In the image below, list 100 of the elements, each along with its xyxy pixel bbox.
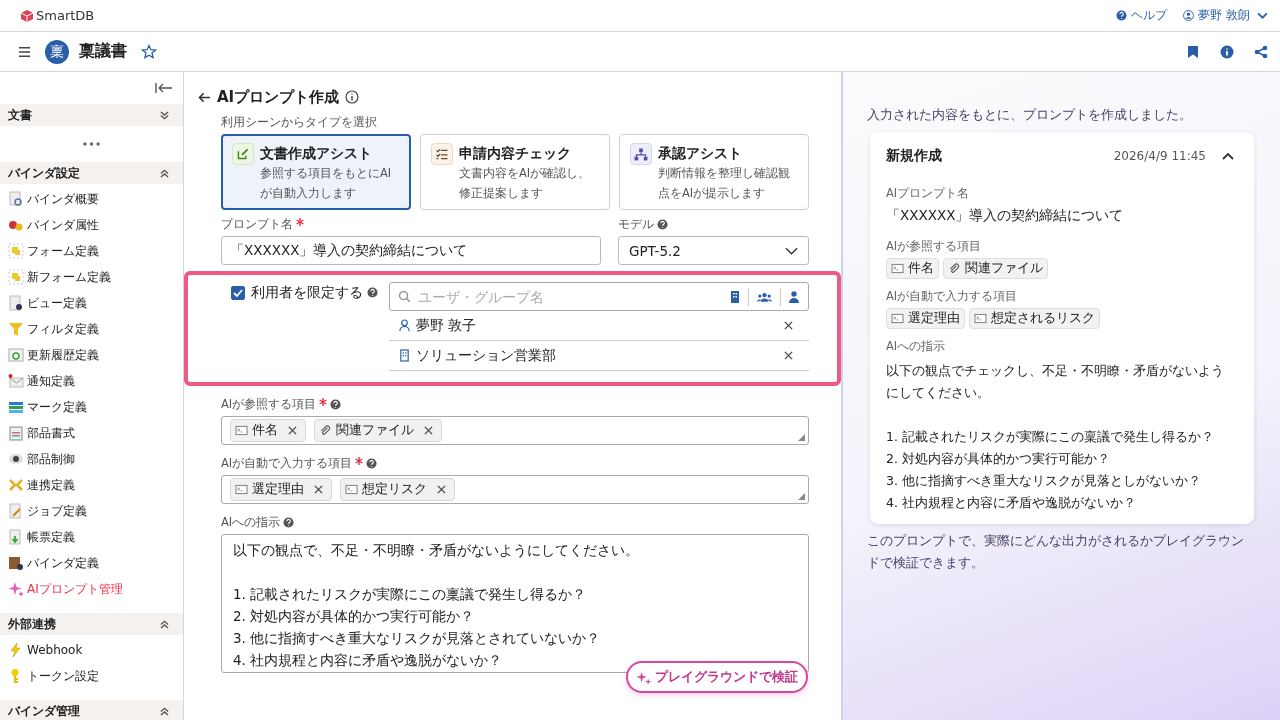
chevron-down-icon xyxy=(785,246,798,255)
logo[interactable]: SmartDB xyxy=(20,8,95,23)
tag-chip[interactable]: 件名 xyxy=(230,419,306,442)
help-link[interactable]: ヘルプ xyxy=(1116,7,1168,24)
sidebar-item[interactable]: フォーム定義 xyxy=(0,238,183,264)
scene-card[interactable]: 承認アシスト 判断情報を整理し確認観点をAIが提示します xyxy=(619,134,809,210)
scene-card[interactable]: 申請内容チェック 文書内容をAIが確認し、修正提案します xyxy=(420,134,610,210)
sidebar-item[interactable]: バインダ属性 xyxy=(0,212,183,238)
info-icon[interactable] xyxy=(345,90,360,104)
section-header[interactable]: バインダ管理 xyxy=(0,700,183,720)
section-header[interactable]: バインダ設定 xyxy=(0,162,183,184)
search-field[interactable]: ユーザ・グループ名 xyxy=(389,282,809,311)
collapse-sidebar-icon[interactable] xyxy=(155,82,173,94)
checklist-icon xyxy=(431,143,453,165)
scene-description: 文書内容をAIが確認し、修正提案します xyxy=(458,165,592,202)
preview-label: AIが参照する項目 xyxy=(886,239,983,254)
document-search-icon xyxy=(8,191,24,207)
field-label: AIが参照する項目 xyxy=(221,396,317,412)
checkbox-label: 利用者を限定する xyxy=(251,284,363,302)
checkbox[interactable] xyxy=(231,286,245,300)
sidebar-item[interactable]: バインダ概要 xyxy=(0,186,183,212)
tag-field[interactable]: 選定理由 想定リスク xyxy=(221,475,809,504)
back-arrow-icon[interactable] xyxy=(198,91,211,103)
model-select[interactable]: GPT-5.2 xyxy=(618,236,809,265)
sidebar-item[interactable]: ジョブ定義 xyxy=(0,498,183,524)
tag-chip[interactable]: 想定リスク xyxy=(340,478,455,501)
help-icon[interactable] xyxy=(366,457,378,469)
window-refresh-icon xyxy=(8,347,24,363)
tag-chip[interactable]: 関連ファイル xyxy=(314,419,442,442)
tag-chip[interactable]: 選定理由 xyxy=(230,478,332,501)
preview-label: AIへの指示 xyxy=(886,339,947,354)
sidebar-item[interactable]: 部品制御 xyxy=(0,446,183,472)
chevron-up-icon[interactable] xyxy=(1222,152,1234,160)
info-icon[interactable] xyxy=(1220,44,1234,59)
user-outline-icon xyxy=(399,319,410,332)
chevron-down-icon xyxy=(1257,12,1268,19)
lightning-icon xyxy=(8,642,24,658)
users-icon[interactable] xyxy=(757,291,772,302)
textarea-field-icon xyxy=(235,484,248,495)
document-download-icon xyxy=(8,529,24,545)
sidebar-item[interactable]: 新フォーム定義 xyxy=(0,264,183,290)
sidebar-item[interactable]: マーク定義 xyxy=(0,394,183,420)
sidebar-item[interactable]: 更新履歴定義 xyxy=(0,342,183,368)
help-icon[interactable] xyxy=(657,218,668,230)
preview-message: このプロンプトで、実際にどんな出力がされるかプレイグラウンドで検証できます。 xyxy=(867,532,1245,572)
user-menu[interactable]: 夢野 敦朗 xyxy=(1183,7,1268,24)
menu-icon[interactable] xyxy=(18,45,31,58)
field-label: プロンプト名 xyxy=(221,216,293,232)
section-title: バインダ設定 xyxy=(8,164,80,182)
textarea-field-icon xyxy=(891,313,904,324)
clipboard-icon xyxy=(8,425,24,441)
close-icon[interactable] xyxy=(424,426,433,435)
sidebar-item[interactable]: 連携定義 xyxy=(0,472,183,498)
help-icon[interactable] xyxy=(283,516,295,528)
prompt-name-field[interactable]: 「XXXXXX」導入の契約締結について xyxy=(221,236,601,265)
help-icon[interactable] xyxy=(330,398,342,410)
hierarchy-icon xyxy=(630,143,652,165)
sidebar-item[interactable]: 部品書式 xyxy=(0,420,183,446)
tag-label: 想定リスク xyxy=(362,481,427,498)
close-icon[interactable] xyxy=(784,321,793,330)
tag-label: 関連ファイル xyxy=(965,260,1043,277)
sidebar-item[interactable]: Webhook xyxy=(0,637,183,663)
share-icon[interactable] xyxy=(1254,44,1268,59)
app-title: 稟議書 xyxy=(79,41,127,62)
close-icon[interactable] xyxy=(437,485,446,494)
scene-card[interactable]: 文書作成アシスト 参照する項目をもとにAIが自動入力します xyxy=(221,134,411,210)
preview-label: AIが自動で入力する項目 xyxy=(886,289,1019,304)
search-icon xyxy=(398,290,411,303)
more-icon[interactable] xyxy=(83,142,100,146)
resize-handle-icon[interactable] xyxy=(798,493,805,500)
card-title: 新規作成 xyxy=(886,147,943,165)
section-header[interactable]: 文書 xyxy=(0,104,183,126)
sidebar-item[interactable]: AIプロンプト管理 xyxy=(0,576,183,602)
section-header[interactable]: 外部連携 xyxy=(0,613,183,635)
scene-title: 文書作成アシスト xyxy=(260,145,372,163)
building-icon[interactable] xyxy=(730,290,740,303)
close-icon[interactable] xyxy=(288,426,297,435)
user-icon xyxy=(1183,10,1195,21)
sidebar-item[interactable]: 通知定義 xyxy=(0,368,183,394)
star-icon[interactable] xyxy=(141,43,157,60)
user-icon[interactable] xyxy=(789,290,799,303)
sidebar-item[interactable]: トークン設定 xyxy=(0,663,183,689)
sidebar-item[interactable]: ビュー定義 xyxy=(0,290,183,316)
field-label: 利用シーンからタイプを選択 xyxy=(221,114,378,130)
restrict-checkbox[interactable]: 利用者を限定する xyxy=(231,284,363,302)
resize-handle-icon[interactable] xyxy=(798,434,805,441)
preview-instruction: 以下の観点でチェックし、不足・不明瞭・矛盾がないようにしてください。 1. 記載されたリスクが実際にこの稟議で発生し得るか？ 2. 対処内容が具体的かつ実行可能か？ 3. 他に指摘すべき重大なリスクが見落としがないか？ 4. 社内規程と内容に矛盾や逸脱がないか？ xyxy=(886,362,1225,512)
cube-logo-icon xyxy=(20,8,34,23)
sidebar-item[interactable]: バインダ定義 xyxy=(0,550,183,576)
bookmark-icon[interactable] xyxy=(1186,44,1200,59)
close-icon[interactable] xyxy=(314,485,323,494)
funnel-icon xyxy=(8,321,24,337)
playground-button[interactable]: プレイグラウンドで検証 xyxy=(626,661,808,693)
help-icon[interactable] xyxy=(367,287,378,298)
section-title: 外部連携 xyxy=(8,615,56,633)
scene-title: 承認アシスト xyxy=(658,145,742,163)
sidebar-item[interactable]: 帳票定義 xyxy=(0,524,183,550)
close-icon[interactable] xyxy=(784,351,793,360)
tag-field[interactable]: 件名 関連ファイル xyxy=(221,416,809,445)
sidebar-item[interactable]: フィルタ定義 xyxy=(0,316,183,342)
